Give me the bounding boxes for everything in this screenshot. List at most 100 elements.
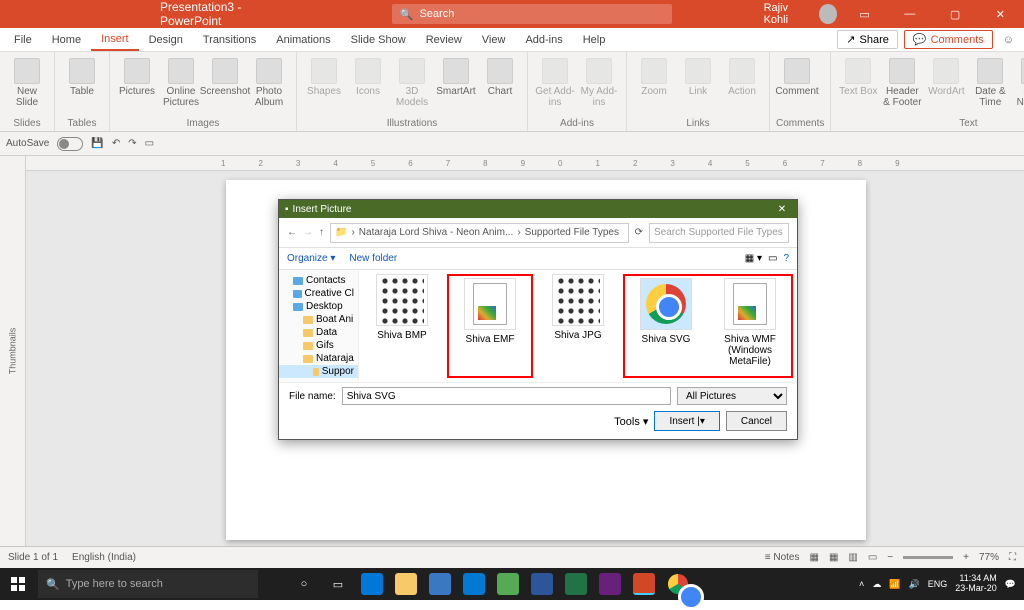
tree-item[interactable]: Suppor (279, 365, 358, 378)
tab-design[interactable]: Design (139, 28, 193, 51)
tab-help[interactable]: Help (573, 28, 616, 51)
notes-button[interactable]: ≡ Notes (765, 552, 800, 563)
tray-language[interactable]: ENG (928, 579, 948, 589)
maximize-button[interactable]: ▢ (938, 0, 973, 28)
my-addins-button[interactable]: My Add-ins (578, 54, 620, 108)
slideshow-icon[interactable]: ▭ (868, 552, 877, 563)
zoom-level[interactable]: 77% (979, 552, 999, 563)
preview-pane-icon[interactable]: ▭ (768, 253, 777, 264)
tree-item[interactable]: Data (279, 326, 358, 339)
tree-item[interactable]: Contacts (279, 274, 358, 287)
file-list[interactable]: Shiva BMPShiva EMFShiva JPGShiva SVGShiv… (359, 270, 797, 382)
table-button[interactable]: Table (61, 54, 103, 97)
pictures-button[interactable]: Pictures (116, 54, 158, 97)
action-button[interactable]: Action (721, 54, 763, 97)
wordart-button[interactable]: WordArt (925, 54, 967, 97)
smartart-button[interactable]: SmartArt (435, 54, 477, 97)
filename-input[interactable] (342, 387, 671, 405)
dialog-close-button[interactable]: ✕ (767, 204, 797, 215)
zoom-out-icon[interactable]: − (887, 552, 893, 563)
slide-sorter-icon[interactable]: ▦ (829, 552, 838, 563)
close-button[interactable]: ✕ (983, 0, 1018, 28)
breadcrumb[interactable]: 📁 › Nataraja Lord Shiva - Neon Anim... ›… (330, 223, 629, 243)
notification-icon[interactable]: 💬 (1005, 579, 1016, 590)
tab-review[interactable]: Review (416, 28, 472, 51)
new-slide-button[interactable]: New Slide (6, 54, 48, 108)
powerpoint-icon[interactable] (628, 568, 660, 600)
reading-view-icon[interactable]: ▥ (848, 552, 857, 563)
file-item[interactable]: Shiva JPG (539, 274, 617, 378)
autosave-toggle[interactable] (57, 137, 83, 151)
tree-item[interactable]: Creative Cl (279, 287, 358, 300)
file-item[interactable]: Shiva EMF (451, 278, 529, 374)
search-bar[interactable]: 🔍 Search (392, 4, 672, 24)
save-icon[interactable]: 💾 (91, 138, 103, 149)
mail-icon[interactable] (458, 568, 490, 600)
tab-insert[interactable]: Insert (91, 28, 139, 51)
forward-icon[interactable]: → (303, 227, 313, 238)
tree-item[interactable]: Boat Ani (279, 313, 358, 326)
explorer-icon[interactable] (390, 568, 422, 600)
avatar[interactable] (819, 4, 837, 24)
cortana-icon[interactable]: ○ (288, 568, 320, 600)
undo-icon[interactable]: ↶ (112, 138, 120, 149)
word-icon[interactable] (526, 568, 558, 600)
refresh-icon[interactable]: ⟳ (635, 227, 643, 238)
app2-icon[interactable] (594, 568, 626, 600)
organize-button[interactable]: Organize ▾ (287, 253, 335, 264)
app-icon[interactable] (492, 568, 524, 600)
date-time-button[interactable]: Date & Time (969, 54, 1011, 108)
shapes-button[interactable]: Shapes (303, 54, 345, 97)
tray-chevron-icon[interactable]: ˄ (859, 579, 864, 589)
tray-volume-icon[interactable]: 🔊 (909, 579, 920, 590)
cancel-button[interactable]: Cancel (726, 411, 787, 431)
get-addins-button[interactable]: Get Add-ins (534, 54, 576, 108)
minimize-button[interactable]: — (892, 0, 927, 28)
store-icon[interactable] (424, 568, 456, 600)
redo-icon[interactable]: ↷ (128, 138, 136, 149)
file-filter[interactable]: All Pictures (677, 387, 787, 405)
online-pictures-button[interactable]: Online Pictures (160, 54, 202, 108)
edge-icon[interactable] (356, 568, 388, 600)
chrome-icon[interactable] (662, 568, 694, 600)
file-item[interactable]: Shiva WMF (Windows MetaFile) (711, 278, 789, 374)
dialog-search[interactable]: Search Supported File Types (649, 223, 789, 243)
tree-item[interactable]: Desktop (279, 300, 358, 313)
language-status[interactable]: English (India) (72, 552, 136, 563)
excel-icon[interactable] (560, 568, 592, 600)
file-item[interactable]: Shiva SVG (627, 278, 705, 374)
tab-view[interactable]: View (472, 28, 516, 51)
chart-button[interactable]: Chart (479, 54, 521, 97)
comments-button[interactable]: 💬 Comments (904, 30, 993, 49)
tab-add-ins[interactable]: Add-ins (515, 28, 572, 51)
start-from-beginning-icon[interactable]: ▭ (145, 138, 154, 149)
smiley-icon[interactable]: ☺ (1003, 34, 1014, 46)
zoom-button[interactable]: Zoom (633, 54, 675, 97)
insert-button[interactable]: Insert |▾ (654, 411, 719, 431)
back-icon[interactable]: ← (287, 227, 297, 238)
tray-onedrive-icon[interactable]: ☁ (872, 579, 881, 590)
3d-models-button[interactable]: 3D Models (391, 54, 433, 108)
tab-file[interactable]: File (4, 28, 42, 51)
help-icon[interactable]: ? (783, 253, 789, 264)
zoom-in-icon[interactable]: + (963, 552, 969, 563)
new-folder-button[interactable]: New folder (349, 253, 397, 264)
folder-tree[interactable]: ContactsCreative ClDesktopBoat AniDataGi… (279, 270, 359, 382)
header-footer-button[interactable]: Header & Footer (881, 54, 923, 108)
file-item[interactable]: Shiva BMP (363, 274, 441, 378)
comment-button[interactable]: Comment (776, 54, 818, 97)
photo-album-button[interactable]: Photo Album (248, 54, 290, 108)
tray-clock[interactable]: 11:34 AM 23-Mar-20 (955, 574, 997, 594)
ribbon-mode-icon[interactable]: ▭ (847, 0, 882, 28)
tree-item[interactable]: Nataraja (279, 352, 358, 365)
slide-number-button[interactable]: Slide Number (1013, 54, 1024, 108)
taskbar-search[interactable]: 🔍 Type here to search (38, 570, 258, 598)
tab-animations[interactable]: Animations (266, 28, 340, 51)
view-options-icon[interactable]: ▦ ▾ (745, 253, 762, 264)
zoom-slider[interactable] (903, 556, 953, 559)
icons-button[interactable]: Icons (347, 54, 389, 97)
share-button[interactable]: ↗ Share (837, 30, 898, 49)
tab-transitions[interactable]: Transitions (193, 28, 266, 51)
tab-home[interactable]: Home (42, 28, 91, 51)
tab-slide-show[interactable]: Slide Show (341, 28, 416, 51)
